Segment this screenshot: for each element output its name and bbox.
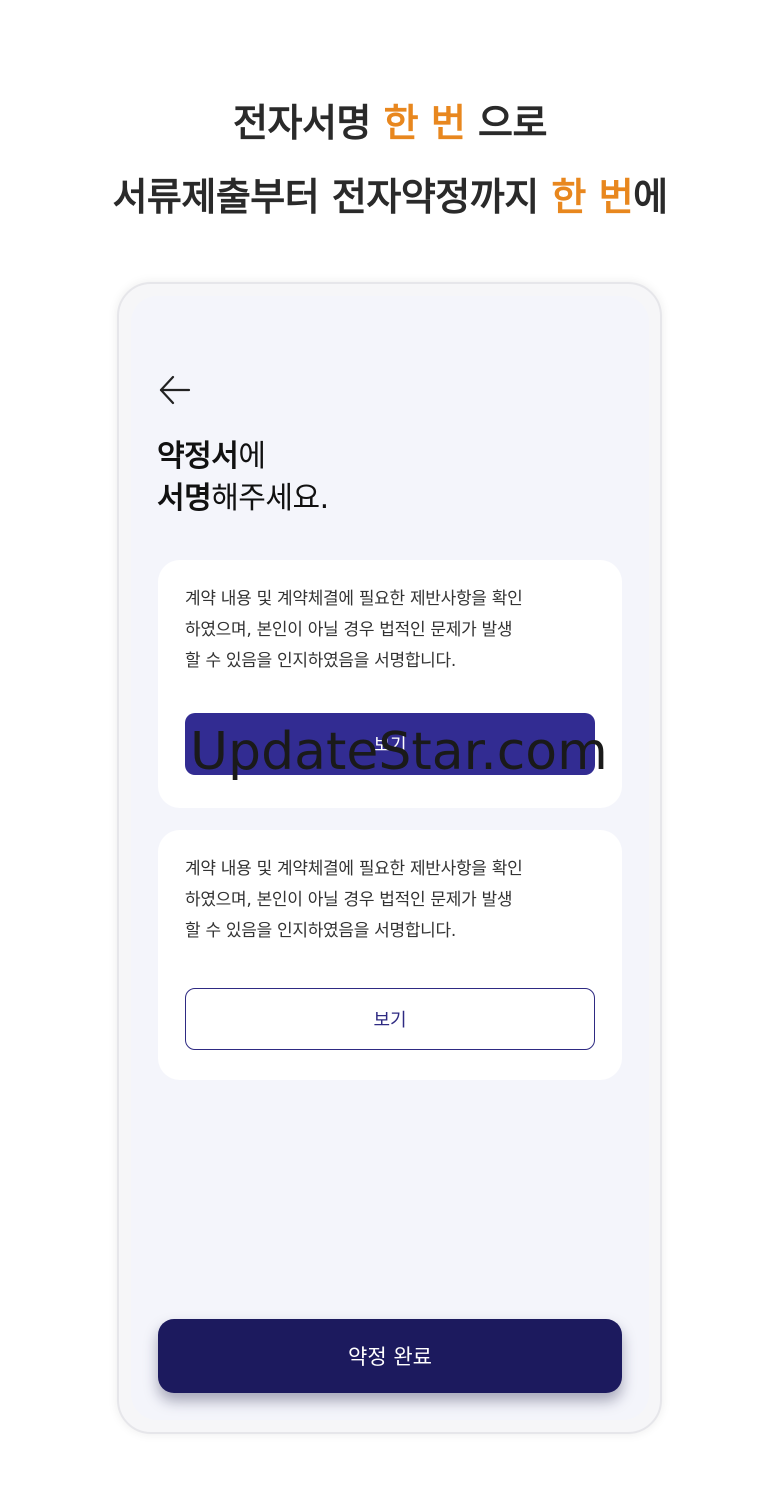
phone-screen: 약정서에 서명해주세요. 계약 내용 및 계약체결에 필요한 제반사항을 확인 … xyxy=(131,296,649,1420)
title-line-2-rest: 해주세요. xyxy=(211,481,329,516)
agreement-text-1: 계약 내용 및 계약체결에 필요한 제반사항을 확인 하였으며, 본인이 아닐 … xyxy=(185,589,523,671)
headline-line-2-suffix: 에 xyxy=(633,175,668,219)
headline-line-1-accent: 한 번 xyxy=(383,101,466,145)
page-title: 약정서에 서명해주세요. xyxy=(157,436,329,520)
headline-line-1-suffix: 으로 xyxy=(465,101,547,145)
agreement-text-2: 계약 내용 및 계약체결에 필요한 제반사항을 확인 하였으며, 본인이 아닐 … xyxy=(185,859,523,941)
view-button-1[interactable]: 보기 xyxy=(185,713,595,775)
headline-line-2-text: 서류제출부터 전자약정까지 xyxy=(112,175,552,219)
view-button-2[interactable]: 보기 xyxy=(185,988,595,1050)
headline-line-2: 서류제출부터 전자약정까지 한 번에 xyxy=(0,166,780,221)
agreement-card-2: 계약 내용 및 계약체결에 필요한 제반사항을 확인 하였으며, 본인이 아닐 … xyxy=(158,830,622,1080)
title-line-2-bold: 서명 xyxy=(157,481,212,516)
headline-line-1-text: 전자서명 xyxy=(233,101,384,145)
arrow-left-icon[interactable] xyxy=(157,372,193,408)
headline-line-1: 전자서명 한 번 으로 xyxy=(0,92,780,147)
headline-line-2-accent: 한 번 xyxy=(551,175,634,219)
complete-agreement-button[interactable]: 약정 완료 xyxy=(158,1319,622,1393)
title-line-1-bold: 약정서 xyxy=(157,439,239,474)
title-line-1-rest: 에 xyxy=(238,439,266,474)
agreement-card-1: 계약 내용 및 계약체결에 필요한 제반사항을 확인 하였으며, 본인이 아닐 … xyxy=(158,560,622,808)
